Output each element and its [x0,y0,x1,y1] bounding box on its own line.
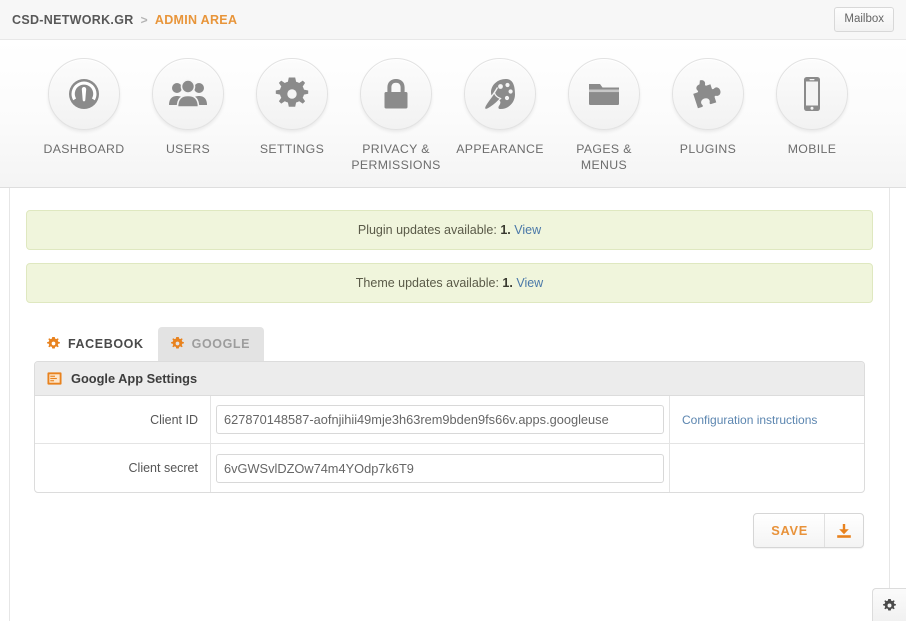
tab-google[interactable]: GOOGLE [157,327,265,361]
breadcrumb-separator: > [140,12,148,27]
main-navigation: DASHBOARD USERS SETTINGS PRIVACY & PERMI… [0,40,906,188]
footer-settings-gear-button[interactable] [872,588,906,621]
client-secret-aux-cell [670,444,864,492]
breadcrumb: CSD-NETWORK.GR > ADMIN AREA [12,13,237,27]
tab-facebook[interactable]: FACEBOOK [34,327,158,361]
client-id-input[interactable] [216,405,664,434]
save-download-icon [824,514,863,547]
notice-theme-updates: Theme updates available: 1. View [26,263,873,303]
tab-facebook-label: FACEBOOK [68,336,144,351]
save-button[interactable]: SAVE [753,513,864,548]
client-secret-input-cell [210,444,670,492]
top-bar: CSD-NETWORK.GR > ADMIN AREA Mailbox [0,0,906,40]
notice-theme-count: 1. [502,276,513,290]
panel-title: Google App Settings [71,371,198,386]
users-group-icon [152,58,224,130]
nav-label-appearance: APPEARANCE [456,142,544,156]
window-panel-icon [47,372,62,385]
nav-item-users[interactable]: USERS [136,58,240,187]
gear-icon [47,336,60,349]
puzzle-piece-icon [672,58,744,130]
nav-item-privacy-permissions[interactable]: PRIVACY & PERMISSIONS [344,58,448,187]
notice-plugin-view-link[interactable]: View [514,223,541,237]
nav-label-privacy-permissions: PRIVACY & PERMISSIONS [344,141,448,173]
client-id-aux-cell: Configuration instructions [670,396,864,443]
tab-google-label: GOOGLE [191,336,251,351]
nav-item-pages-menus[interactable]: PAGES & MENUS [552,58,656,187]
google-app-settings-panel: Google App Settings Client ID Configurat… [34,361,865,493]
panel-header: Google App Settings [35,362,864,396]
mailbox-button[interactable]: Mailbox [834,7,894,32]
nav-label-mobile: MOBILE [787,142,837,156]
palette-brush-icon [464,58,536,130]
client-secret-label: Client secret [128,461,198,475]
nav-item-appearance[interactable]: APPEARANCE [448,58,552,187]
nav-label-dashboard: DASHBOARD [43,142,125,156]
content-area: Plugin updates available: 1. View Theme … [0,188,906,621]
notice-theme-text: Theme updates available: [355,276,499,290]
notice-plugin-text: Plugin updates available: [357,223,497,237]
padlock-icon [360,58,432,130]
breadcrumb-current[interactable]: ADMIN AREA [155,13,237,27]
smartphone-icon [776,58,848,130]
gear-icon [256,58,328,130]
nav-label-pages-menus: PAGES & MENUS [576,142,632,172]
nav-item-settings[interactable]: SETTINGS [240,58,344,187]
dashboard-gauge-icon [48,58,120,130]
nav-item-plugins[interactable]: PLUGINS [656,58,760,187]
breadcrumb-site[interactable]: CSD-NETWORK.GR [12,13,134,27]
save-button-label: SAVE [771,523,808,538]
save-row: SAVE [26,493,873,548]
configuration-instructions-link[interactable]: Configuration instructions [682,413,817,427]
folder-icon [568,58,640,130]
nav-label-plugins: PLUGINS [679,142,737,156]
form-row-client-secret: Client secret [35,444,864,492]
notice-plugin-updates: Plugin updates available: 1. View [26,210,873,250]
provider-tabs: FACEBOOK GOOGLE [26,327,873,361]
form-row-client-id: Client ID Configuration instructions [35,396,864,444]
notice-theme-view-link[interactable]: View [516,276,543,290]
client-id-label: Client ID [150,412,198,427]
admin-page: CSD-NETWORK.GR > ADMIN AREA Mailbox DASH… [0,0,906,622]
notice-plugin-count: 1. [500,223,511,237]
content-container: Plugin updates available: 1. View Theme … [9,188,890,621]
nav-item-mobile[interactable]: MOBILE [760,58,864,187]
nav-label-privacy-line1: PRIVACY & [362,142,430,156]
nav-label-privacy-line2: PERMISSIONS [351,158,441,172]
gear-icon [883,598,896,611]
nav-item-dashboard[interactable]: DASHBOARD [32,58,136,187]
gear-icon [170,336,184,349]
nav-label-users: USERS [165,142,211,156]
client-secret-input[interactable] [216,453,664,483]
nav-label-settings: SETTINGS [259,142,325,156]
client-id-input-cell [210,396,670,443]
